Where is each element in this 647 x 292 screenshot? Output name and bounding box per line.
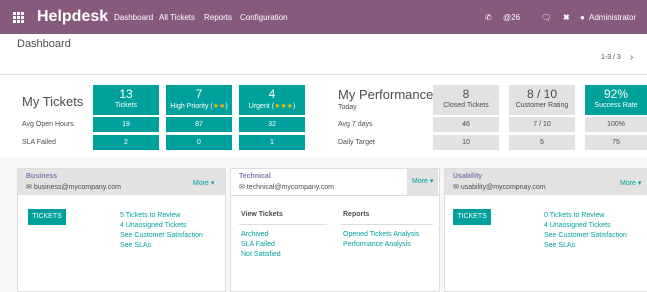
row-label-sla-failed: SLA Failed xyxy=(22,139,56,146)
tile-tickets-count: 13 xyxy=(119,87,133,101)
activity-counter[interactable]: @26 xyxy=(503,13,520,22)
tile-rating-value: 8 / 10 xyxy=(526,87,558,101)
link-archived[interactable]: Archived xyxy=(241,230,281,240)
team-name[interactable]: Business xyxy=(26,173,57,180)
header-divider xyxy=(231,195,439,196)
cell-avg-open-urgent[interactable]: 32 xyxy=(239,117,305,132)
cell-sla-tickets[interactable]: 2 xyxy=(93,135,159,150)
link-performance-analysis[interactable]: Performance Analysis xyxy=(343,240,419,250)
link-tickets-to-review[interactable]: 5 Tickets to Review xyxy=(120,211,203,221)
view-divider xyxy=(239,224,327,225)
team-card-header: Technical ✉ technical@mycompany.com More… xyxy=(231,169,439,195)
link-unassigned-tickets[interactable]: 4 Unassigned Tickets xyxy=(120,221,203,231)
tile-urgent[interactable]: 4 Urgent (★★★) xyxy=(239,85,305,115)
view-tickets-heading: View Tickets xyxy=(241,211,283,218)
tickets-button[interactable]: TICKETS xyxy=(28,209,66,225)
link-customer-satisfaction[interactable]: See Customer Satisfaction xyxy=(120,231,203,241)
team-email: ✉ technical@mycompany.com xyxy=(239,184,334,191)
team-card-header: Usability ✉ usability@mycompnay.com More… xyxy=(445,169,647,195)
more-dropdown[interactable]: More ▾ xyxy=(407,169,439,195)
my-tickets-title: My Tickets xyxy=(22,94,84,109)
row-label-daily-target: Daily Target xyxy=(338,139,375,146)
team-email: ✉ usability@mycompnay.com xyxy=(453,184,546,191)
team-card-usability: Usability ✉ usability@mycompnay.com More… xyxy=(444,168,647,292)
link-unassigned-tickets[interactable]: 4 Unassigned Tickets xyxy=(544,221,627,231)
tile-high-priority[interactable]: 7 High Priority (★★) xyxy=(166,85,232,115)
cell-target-closed: 10 xyxy=(433,135,499,150)
row-label-avg-open-hours: Avg Open Hours xyxy=(22,121,74,128)
tickets-button[interactable]: TICKETS xyxy=(453,209,491,225)
user-avatar-icon[interactable]: ● xyxy=(580,13,585,22)
cell-avg7-closed: 46 xyxy=(433,117,499,132)
tile-closed-label: Closed Tickets xyxy=(443,102,489,109)
cell-avg7-rating: 7 / 10 xyxy=(509,117,575,132)
menu-all-tickets[interactable]: All Tickets xyxy=(159,13,195,22)
report-links: Opened Tickets Analysis Performance Anal… xyxy=(343,230,419,250)
performance-panel: My Tickets 13 Tickets 7 High Priority (★… xyxy=(0,75,647,157)
tile-closed-count: 8 xyxy=(462,87,470,101)
cell-target-success: 75 xyxy=(585,135,647,150)
tile-high-priority-count: 7 xyxy=(195,87,203,101)
tile-tickets-label: Tickets xyxy=(115,102,137,109)
apps-grid-icon[interactable] xyxy=(13,12,24,23)
menu-reports[interactable]: Reports xyxy=(204,13,232,22)
reports-divider xyxy=(341,224,433,225)
tile-success-value: 92% xyxy=(603,87,629,101)
envelope-icon: ✉ xyxy=(239,184,245,191)
menu-dashboard[interactable]: Dashboard xyxy=(114,13,153,22)
team-name[interactable]: Usability xyxy=(453,173,482,180)
team-links: 5 Tickets to Review 4 Unassigned Tickets… xyxy=(120,211,203,251)
row-label-avg-7-days: Avg 7 days xyxy=(338,121,373,128)
app-brand[interactable]: Helpdesk xyxy=(37,8,108,26)
top-navbar: Helpdesk Dashboard All Tickets Reports C… xyxy=(0,0,647,34)
team-card-technical: Technical ✉ technical@mycompany.com More… xyxy=(230,168,440,292)
cell-target-rating: 5 xyxy=(509,135,575,150)
link-opened-tickets-analysis[interactable]: Opened Tickets Analysis xyxy=(343,230,419,240)
tile-urgent-count: 4 xyxy=(268,87,276,101)
link-see-slas[interactable]: See SLAs xyxy=(544,241,627,251)
team-card-business: Business ✉ business@mycompany.com More ▾… xyxy=(17,168,226,292)
menu-configuration[interactable]: Configuration xyxy=(240,13,288,22)
tile-rating-label: Customer Rating xyxy=(515,102,569,109)
cell-avg-open-tickets[interactable]: 19 xyxy=(93,117,159,132)
cell-avg7-success: 100% xyxy=(585,117,647,132)
team-links: 0 Tickets to Review 4 Unassigned Tickets… xyxy=(544,211,627,251)
tile-success-label: Success Rate xyxy=(594,102,638,109)
envelope-icon: ✉ xyxy=(26,184,32,191)
my-performance-title: My Performance xyxy=(338,87,434,102)
star-icon: ★★ xyxy=(212,103,226,110)
tile-high-priority-label: High Priority (★★) xyxy=(170,103,228,110)
more-dropdown[interactable]: More ▾ xyxy=(193,179,214,187)
tile-closed-tickets: 8 Closed Tickets xyxy=(433,85,499,115)
team-card-header: Business ✉ business@mycompany.com More ▾ xyxy=(18,169,225,195)
performance-subtitle: Today xyxy=(338,104,357,111)
star-icon: ★★★ xyxy=(274,103,293,110)
chat-icon[interactable]: 🗨 xyxy=(541,13,551,22)
pager-next-icon[interactable]: › xyxy=(630,52,633,63)
envelope-icon: ✉ xyxy=(453,184,459,191)
cell-sla-high[interactable]: 0 xyxy=(166,135,232,150)
link-tickets-to-review[interactable]: 0 Tickets to Review xyxy=(544,211,627,221)
tile-success-rate: 92% Success Rate xyxy=(585,85,647,115)
link-see-slas[interactable]: See SLAs xyxy=(120,241,203,251)
team-email: ✉ business@mycompany.com xyxy=(26,184,121,191)
user-menu[interactable]: Administrator xyxy=(589,13,636,22)
control-panel: Dashboard 1-3 / 3 › xyxy=(0,34,647,75)
phone-icon[interactable]: ✆ xyxy=(485,13,492,22)
reports-heading: Reports xyxy=(343,211,370,218)
cell-sla-urgent[interactable]: 1 xyxy=(239,135,305,150)
cell-avg-open-high[interactable]: 87 xyxy=(166,117,232,132)
page-title: Dashboard xyxy=(17,38,71,50)
pager-value[interactable]: 1-3 / 3 xyxy=(601,54,621,61)
tile-tickets[interactable]: 13 Tickets xyxy=(93,85,159,115)
link-customer-satisfaction[interactable]: See Customer Satisfaction xyxy=(544,231,627,241)
link-sla-failed[interactable]: SLA Failed xyxy=(241,240,281,250)
team-name[interactable]: Technical xyxy=(239,173,271,180)
view-links: Archived SLA Failed Not Satisfied xyxy=(241,230,281,260)
tile-customer-rating: 8 / 10 Customer Rating xyxy=(509,85,575,115)
close-icon[interactable]: ✖ xyxy=(563,13,570,22)
link-not-satisfied[interactable]: Not Satisfied xyxy=(241,250,281,260)
more-dropdown[interactable]: More ▾ xyxy=(620,179,641,187)
tile-urgent-label: Urgent (★★★) xyxy=(248,103,296,110)
